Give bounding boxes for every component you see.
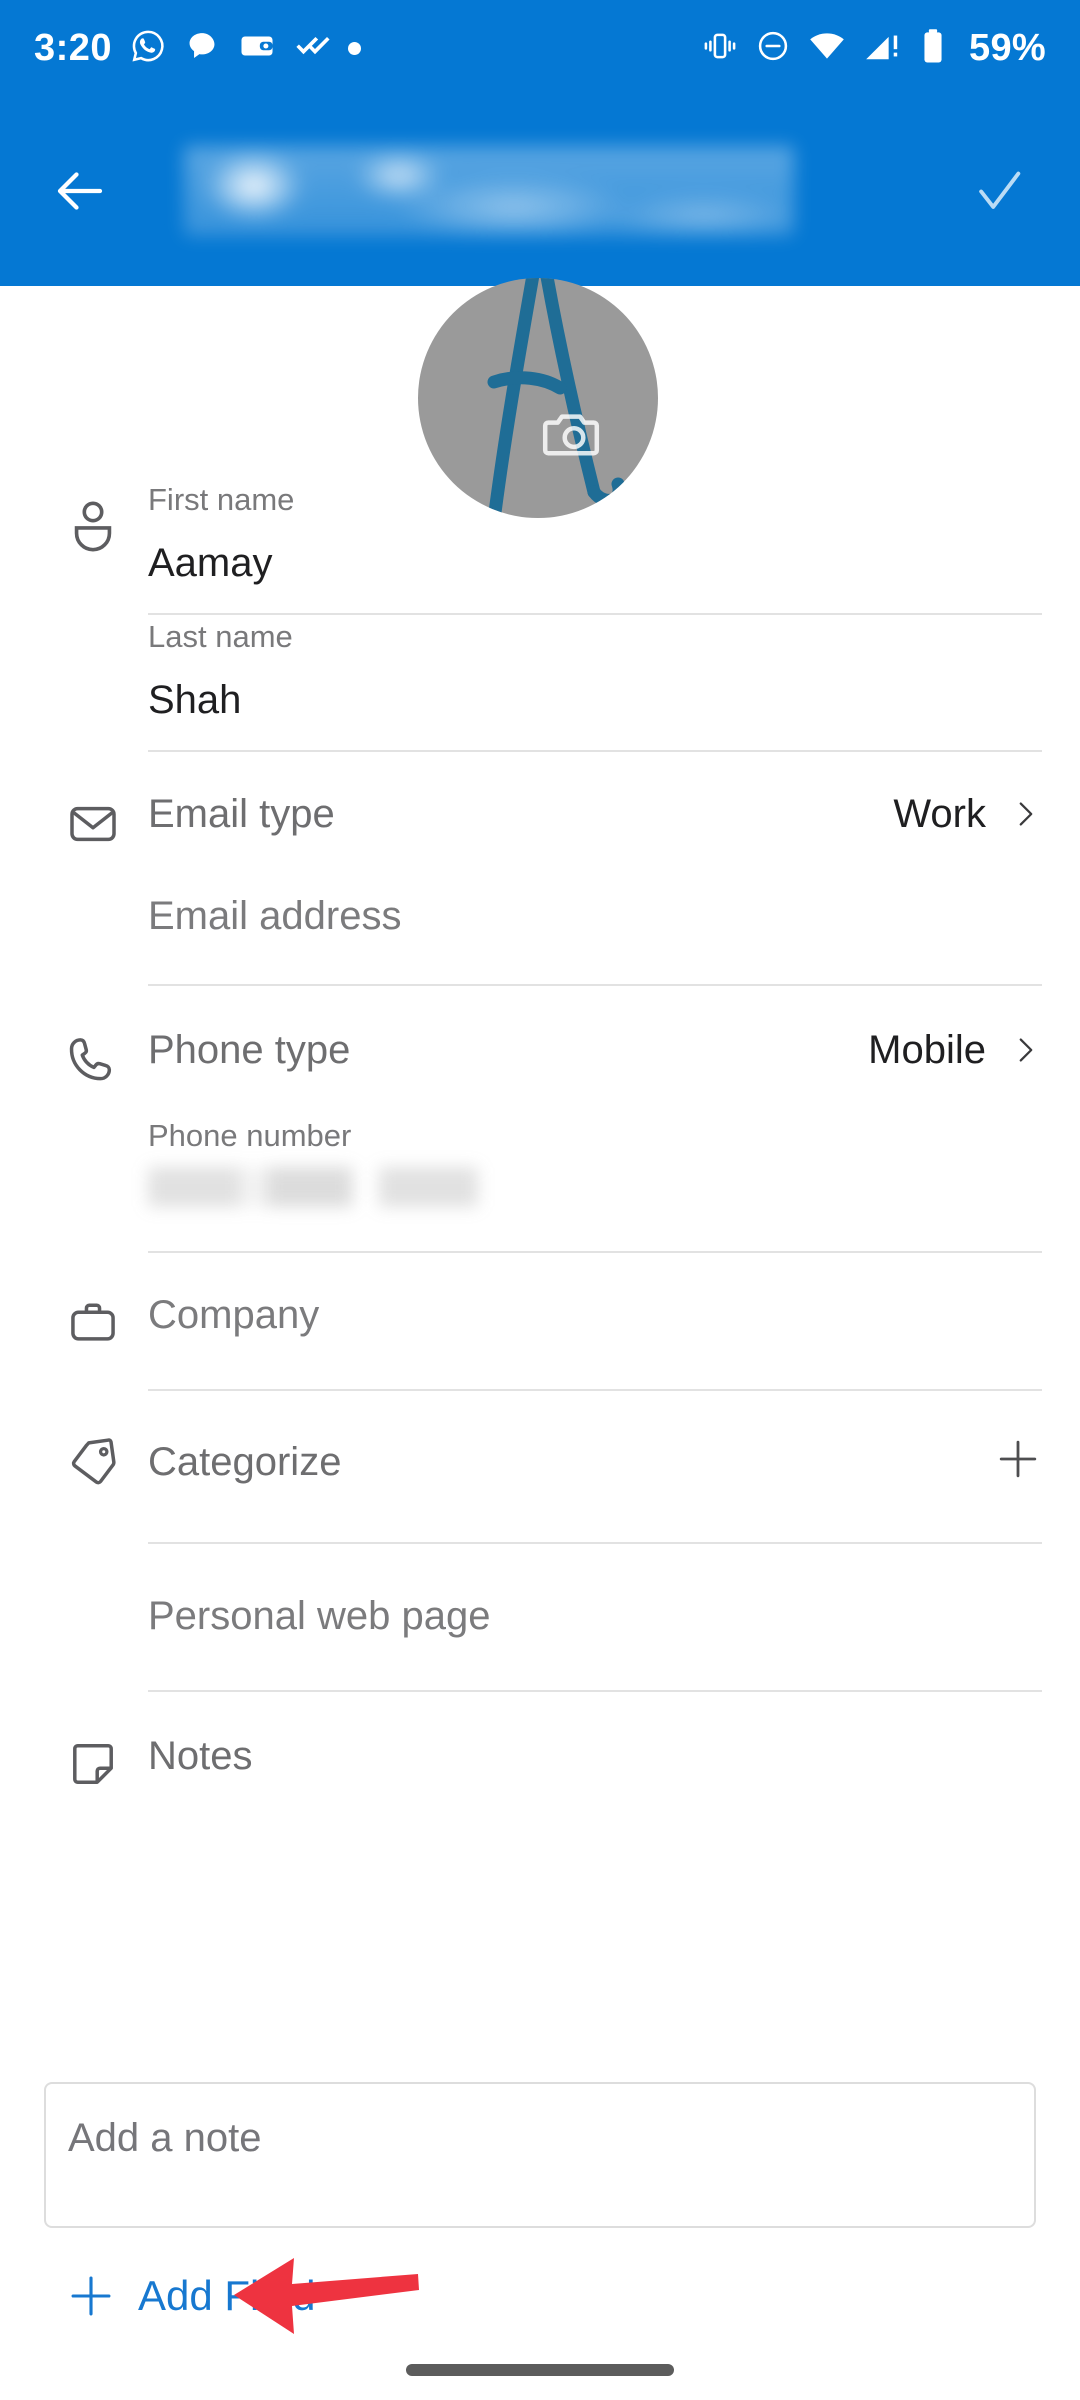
last-name-body: Last name Shah (148, 615, 1080, 750)
email-type-right[interactable]: Work (893, 794, 1042, 834)
first-name-input[interactable]: Aamay (148, 515, 1042, 613)
person-icon (38, 478, 148, 554)
company-input[interactable]: Company (148, 1295, 1042, 1335)
email-address-input[interactable]: Email address (148, 896, 1042, 936)
first-name-label: First name (148, 482, 295, 517)
phone-type-body: Phone type Mobile Phone number (148, 1030, 1080, 1251)
field-personal-web-page[interactable]: Personal web page (0, 1544, 1080, 1690)
phone-icon (38, 1030, 148, 1088)
phone-number-label: Phone number (148, 1118, 352, 1153)
field-email-type[interactable]: Email type Work Email address (0, 752, 1080, 984)
avatar-zone (0, 278, 1080, 518)
add-category-button[interactable] (994, 1435, 1042, 1488)
status-bar: 3:20 59% (0, 0, 1080, 96)
dot-icon (348, 41, 362, 55)
note-textarea[interactable]: Add a note (44, 2082, 1036, 2228)
email-type-line[interactable]: Email type Work (148, 794, 1042, 834)
last-name-input[interactable]: Shah (148, 652, 1042, 750)
wifi-icon (808, 27, 846, 70)
tag-icon (38, 1435, 148, 1491)
notes-label: Notes (148, 1734, 253, 1778)
email-type-body: Email type Work Email address (148, 794, 1080, 984)
status-time: 3:20 (34, 27, 113, 69)
status-bar-left: 3:20 (34, 27, 362, 70)
annotation-arrow (232, 2244, 422, 2349)
redacted-title-blur (184, 146, 794, 236)
phone-type-line[interactable]: Phone type Mobile (148, 1030, 1042, 1070)
phone-type-value: Mobile (868, 1028, 986, 1072)
field-categorize[interactable]: Categorize (0, 1391, 1080, 1542)
phone-number-input[interactable] (148, 1167, 478, 1207)
gesture-nav-bar[interactable] (406, 2364, 674, 2376)
chevron-right-icon (1019, 802, 1033, 826)
categorize-body: Categorize (148, 1435, 1080, 1542)
do-not-disturb-icon (755, 28, 791, 69)
save-button[interactable] (956, 148, 1042, 234)
status-bar-right: 59% (702, 27, 1046, 70)
field-company[interactable]: Company (0, 1253, 1080, 1389)
phone-type-right[interactable]: Mobile (868, 1030, 1042, 1070)
field-phone-type[interactable]: Phone type Mobile Phone number (0, 986, 1080, 1251)
phone-type-label: Phone type (148, 1028, 351, 1072)
personal-web-page-input[interactable]: Personal web page (148, 1596, 1042, 1636)
note-placeholder: Add a note (68, 2116, 262, 2160)
contact-editor-screen: 3:20 59% First name Aamay Last name Shah… (0, 0, 1080, 2400)
checkmark-icon (979, 171, 1021, 209)
categorize-label: Categorize (148, 1439, 342, 1484)
categorize-line[interactable]: Categorize (148, 1435, 1042, 1488)
app-bar (0, 96, 1080, 286)
last-name-label: Last name (148, 619, 293, 654)
cell-signal-alert-icon (863, 27, 901, 70)
field-last-name[interactable]: Last name Shah (0, 615, 1080, 750)
plus-icon (44, 2271, 138, 2321)
whatsapp-icon (130, 28, 166, 69)
contact-form: First name Aamay Last name Shah Email ty… (0, 478, 1080, 1792)
battery-percent: 59% (969, 27, 1046, 69)
battery-icon (918, 27, 948, 70)
back-button[interactable] (38, 149, 122, 233)
notes-body: Notes (148, 1736, 1080, 1776)
chat-bubble-icon (184, 28, 220, 69)
back-arrow-icon (57, 172, 103, 210)
email-type-value: Work (893, 792, 986, 836)
web-page-body: Personal web page (148, 1596, 1080, 1690)
field-notes: Notes (0, 1692, 1080, 1792)
chevron-right-icon (1019, 1038, 1033, 1062)
field-first-name[interactable]: First name Aamay (0, 478, 1080, 613)
vibrate-icon (702, 28, 738, 69)
email-type-label: Email type (148, 792, 335, 836)
wallet-icon (238, 27, 276, 70)
double-check-icon (294, 28, 330, 69)
note-icon (38, 1736, 148, 1792)
first-name-body: First name Aamay (148, 478, 1080, 613)
envelope-icon (38, 794, 148, 852)
app-bar-title (140, 136, 956, 246)
company-body: Company (148, 1295, 1080, 1389)
plus-icon (999, 1440, 1037, 1478)
briefcase-icon (38, 1295, 148, 1351)
